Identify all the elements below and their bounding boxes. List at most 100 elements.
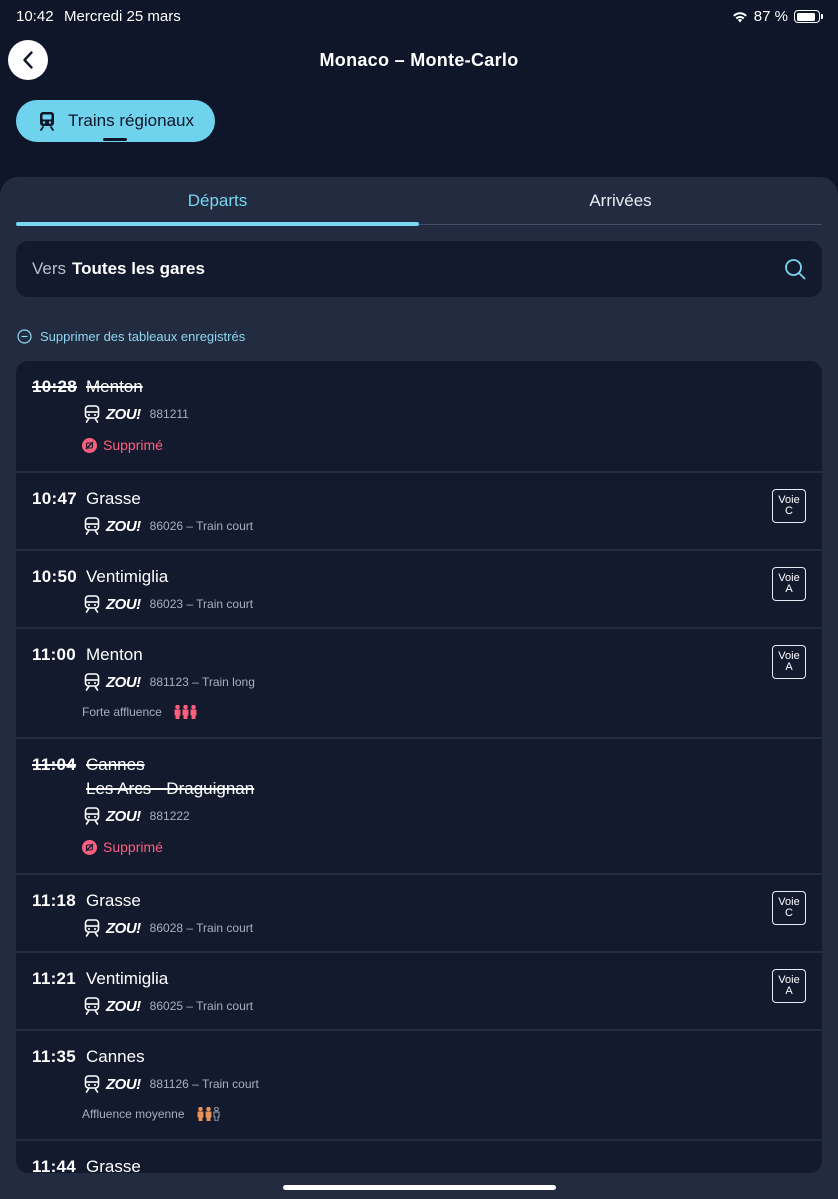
platform-badge: Voie A	[772, 969, 806, 1003]
status-right: 87 %	[732, 8, 823, 25]
mode-label: Trains régionaux	[68, 111, 194, 130]
train-icon	[84, 919, 100, 937]
board-panel: Départs Arrivées Vers Toutes les gares S…	[0, 177, 838, 1199]
train-number: 86028 – Train court	[149, 921, 254, 935]
train-icon	[84, 997, 100, 1015]
departure-train-info: ZOU! 881211	[84, 405, 806, 423]
platform-letter: C	[785, 907, 793, 919]
train-icon	[84, 405, 100, 423]
departure-row[interactable]: 11:44GrasseZOU!	[16, 1141, 822, 1173]
departure-train-info: ZOU! 881126 – Train court	[84, 1075, 806, 1093]
mode-indicator	[103, 138, 127, 141]
departure-row[interactable]: 11:35 Cannes ZOU! 881126 – Train court Afflu…	[16, 1031, 822, 1141]
wifi-icon	[732, 11, 747, 22]
platform-letter: A	[785, 985, 793, 997]
crowding-icons	[174, 705, 197, 719]
departure-destination: Cannes	[86, 1047, 145, 1066]
tab-departs[interactable]: Départs	[16, 177, 419, 226]
brand-logo: ZOU!	[106, 997, 141, 1015]
departure-train-info: ZOU! 881123 – Train long	[84, 673, 806, 691]
departure-row[interactable]: 11:21 Ventimiglia ZOU! 86025 – Train court V…	[16, 953, 822, 1031]
departure-row[interactable]: 10:47 Grasse ZOU! 86026 – Train court Voie C	[16, 473, 822, 551]
departure-main-line: 11:00 Menton	[32, 645, 806, 665]
platform-letter: A	[785, 583, 793, 595]
train-icon	[40, 112, 54, 131]
departure-status: Supprimé	[82, 839, 806, 855]
departure-row[interactable]: 11:00 Menton ZOU! 881123 – Train long Forte …	[16, 629, 822, 739]
search-prefix: Vers	[32, 259, 67, 278]
brand-logo: ZOU!	[106, 517, 141, 535]
brand-logo: ZOU!	[106, 919, 141, 937]
departure-destination: Ventimiglia	[86, 969, 169, 988]
platform-badge: Voie A	[772, 567, 806, 601]
departure-train-info: ZOU! 881222	[84, 807, 806, 825]
departure-time: 11:18	[32, 891, 77, 910]
crowding-indicator: Affluence moyenne	[82, 1107, 806, 1121]
crowding-icons	[197, 1107, 220, 1121]
departure-row[interactable]: 11:04 Cannes Les Arcs - Draguignan ZOU! 8812…	[16, 739, 822, 875]
platform-letter: A	[785, 661, 793, 673]
platform-letter: C	[785, 505, 793, 517]
cancelled-icon	[82, 437, 97, 453]
departure-time: 11:21	[32, 969, 77, 988]
status-bar: 10:42 Mercredi 25 mars 87 %	[0, 0, 838, 32]
person-icon	[213, 1107, 219, 1121]
status-label: Supprimé	[103, 437, 163, 453]
departure-time: 10:50	[32, 567, 77, 586]
departure-main-line: 10:28 Menton	[32, 377, 806, 397]
departure-time: 11:44	[32, 1157, 77, 1173]
departure-main-line: 10:47 Grasse	[32, 489, 806, 509]
departure-main-line: 11:35 Cannes	[32, 1047, 806, 1067]
train-icon	[84, 807, 100, 825]
home-indicator[interactable]	[283, 1185, 556, 1190]
departure-time: 10:47	[32, 489, 77, 508]
platform-badge: Voie C	[772, 489, 806, 523]
departure-destination-secondary: Les Arcs - Draguignan	[86, 779, 255, 798]
departures-list: 10:28 Menton ZOU! 881211 Supprimé 10:47 Grasse…	[16, 361, 822, 1173]
minus-circle-icon	[17, 329, 32, 344]
brand-logo: ZOU!	[106, 405, 141, 423]
departure-row[interactable]: 10:50 Ventimiglia ZOU! 86023 – Train court V…	[16, 551, 822, 629]
status-time: 10:42	[16, 8, 54, 25]
page-title: Monaco – Monte-Carlo	[319, 50, 519, 70]
brand-logo: ZOU!	[106, 595, 141, 613]
departure-time: 11:35	[32, 1047, 77, 1066]
departure-status: Supprimé	[82, 437, 806, 453]
tab-arrivees[interactable]: Arrivées	[419, 177, 822, 224]
person-icon	[182, 705, 189, 719]
crowding-label: Affluence moyenne	[82, 1107, 185, 1121]
search-icon[interactable]	[784, 258, 806, 280]
train-number: 86026 – Train court	[149, 519, 254, 533]
status-date: Mercredi 25 mars	[64, 8, 181, 25]
battery-percent: 87 %	[753, 8, 788, 25]
person-icon	[205, 1107, 211, 1121]
remove-saved-board-link[interactable]: Supprimer des tableaux enregistrés	[17, 329, 245, 344]
departure-destination: Cannes	[86, 755, 145, 774]
brand-logo: ZOU!	[106, 1075, 141, 1093]
departure-train-info: ZOU! 86028 – Train court	[84, 919, 806, 937]
departure-time: 11:04	[32, 755, 77, 774]
departure-time: 11:00	[32, 645, 77, 664]
departure-train-info: ZOU! 86025 – Train court	[84, 997, 806, 1015]
person-icon	[197, 1107, 203, 1121]
tab-bar: Départs Arrivées	[16, 177, 822, 226]
departure-destination: Menton	[86, 645, 143, 664]
train-number: 86023 – Train court	[149, 597, 254, 611]
departure-main-line: 11:44 Grasse	[32, 1157, 806, 1173]
destination-search-field[interactable]: Vers Toutes les gares	[16, 241, 822, 297]
departure-destination: Grasse	[86, 1157, 141, 1173]
departure-time: 10:28	[32, 377, 77, 396]
brand-logo: ZOU!	[106, 673, 141, 691]
departure-row[interactable]: 10:28 Menton ZOU! 881211 Supprimé	[16, 361, 822, 473]
mode-selector-button[interactable]: Trains régionaux	[16, 100, 215, 142]
train-number: 881126 – Train court	[149, 1077, 259, 1091]
train-number: 881123 – Train long	[149, 675, 255, 689]
departure-train-info: ZOU! 86026 – Train court	[84, 517, 806, 535]
train-icon	[84, 517, 100, 535]
departure-row[interactable]: 11:18 Grasse ZOU! 86028 – Train court Voie C	[16, 875, 822, 953]
departure-main-line: 11:21 Ventimiglia	[32, 969, 806, 989]
train-icon	[84, 1075, 100, 1093]
brand-logo: ZOU!	[106, 807, 141, 825]
crowding-label: Forte affluence	[82, 705, 162, 719]
platform-badge: Voie C	[772, 891, 806, 925]
